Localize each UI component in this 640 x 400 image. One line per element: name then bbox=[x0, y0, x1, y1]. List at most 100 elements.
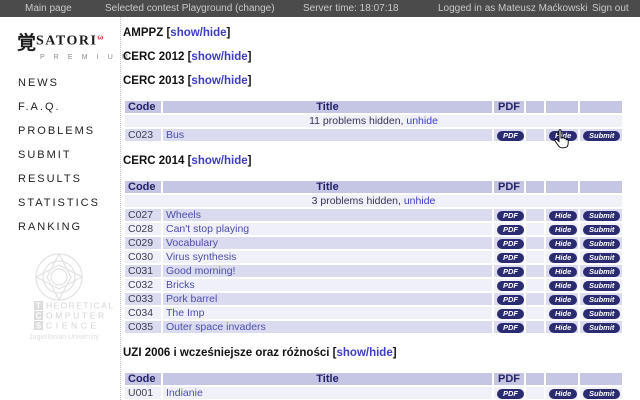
problem-code: C031 bbox=[125, 265, 161, 277]
unhide-link[interactable]: unhide bbox=[404, 195, 436, 207]
pdf-button[interactable]: PDF bbox=[497, 211, 524, 221]
hide-button[interactable]: Hide bbox=[549, 253, 577, 263]
sidebar-item-faq[interactable]: F.A.Q. bbox=[18, 101, 100, 125]
problem-code: C032 bbox=[125, 279, 161, 291]
hide-button[interactable]: Hide bbox=[549, 211, 577, 221]
problem-code: C029 bbox=[125, 237, 161, 249]
pdf-button[interactable]: PDF bbox=[497, 267, 524, 277]
hide-button[interactable]: Hide bbox=[549, 389, 577, 399]
submit-button[interactable]: Submit bbox=[583, 253, 620, 263]
svg-text:T: T bbox=[36, 302, 41, 311]
satori-logo[interactable]: 覚SATORIω P R E M I U M bbox=[17, 28, 131, 61]
pdf-button[interactable]: PDF bbox=[497, 131, 524, 141]
hide-button[interactable]: Hide bbox=[549, 281, 577, 291]
sidebar: 覚SATORIω P R E M I U M NEWS F.A.Q. PROBL… bbox=[0, 17, 121, 400]
problem-title-link[interactable]: Good morning! bbox=[166, 265, 235, 277]
selected-contest-link[interactable]: Selected contest Playground (change) bbox=[105, 0, 275, 17]
code-header: Code bbox=[125, 101, 161, 113]
table-row: C028 Can't stop playing PDF Hide Submit bbox=[125, 223, 622, 235]
code-header: Code bbox=[125, 373, 161, 385]
empty-header bbox=[546, 101, 578, 113]
problem-code: C028 bbox=[125, 223, 161, 235]
show-hide-link[interactable]: show/hide bbox=[191, 155, 247, 167]
main-page-link[interactable]: Main page bbox=[25, 0, 72, 17]
unhide-link[interactable]: unhide bbox=[406, 115, 438, 127]
server-time: Server time: 18:07:18 bbox=[303, 0, 399, 17]
contest-title: UZI 2006 i wcześniejsze oraz różności bbox=[123, 347, 329, 359]
submit-button[interactable]: Submit bbox=[583, 389, 620, 399]
problem-title-link[interactable]: Indianie bbox=[166, 387, 203, 399]
svg-text:Jagiellonian University: Jagiellonian University bbox=[29, 334, 99, 341]
table-row: C030 Virus synthesis PDF Hide Submit bbox=[125, 251, 622, 263]
submit-button[interactable]: Submit bbox=[583, 323, 620, 333]
spacer-cell bbox=[526, 307, 544, 319]
sign-out-link[interactable]: Sign out bbox=[592, 0, 629, 17]
show-hide-link[interactable]: show/hide bbox=[191, 75, 247, 87]
submit-button[interactable]: Submit bbox=[583, 131, 620, 141]
hide-button[interactable]: Hide bbox=[549, 131, 577, 141]
submit-button[interactable]: Submit bbox=[583, 281, 620, 291]
show-hide-link[interactable]: show/hide bbox=[191, 51, 247, 63]
problem-title-link[interactable]: Bricks bbox=[166, 279, 195, 291]
table-row: C027 Wheels PDF Hide Submit bbox=[125, 209, 622, 221]
spacer-cell bbox=[526, 223, 544, 235]
sidebar-item-news[interactable]: NEWS bbox=[18, 77, 100, 101]
hide-button[interactable]: Hide bbox=[549, 267, 577, 277]
hide-button[interactable]: Hide bbox=[549, 295, 577, 305]
pdf-button[interactable]: PDF bbox=[497, 309, 524, 319]
empty-header bbox=[526, 101, 544, 113]
problem-title-link[interactable]: Pork barrel bbox=[166, 293, 217, 305]
spacer-cell bbox=[526, 279, 544, 291]
table-header-row: Code Title PDF bbox=[125, 101, 622, 113]
pdf-button[interactable]: PDF bbox=[497, 225, 524, 235]
problem-title-link[interactable]: Can't stop playing bbox=[166, 223, 249, 235]
sidebar-item-problems[interactable]: PROBLEMS bbox=[18, 125, 100, 149]
sidebar-item-results[interactable]: RESULTS bbox=[18, 173, 100, 197]
sidebar-item-submit[interactable]: SUBMIT bbox=[18, 149, 100, 173]
table-row: C031 Good morning! PDF Hide Submit bbox=[125, 265, 622, 277]
pdf-button[interactable]: PDF bbox=[497, 281, 524, 291]
empty-header bbox=[526, 373, 544, 385]
problem-title-link[interactable]: The Imp bbox=[166, 307, 205, 319]
pdf-button[interactable]: PDF bbox=[497, 295, 524, 305]
hide-button[interactable]: Hide bbox=[549, 309, 577, 319]
problem-title-link[interactable]: Bus bbox=[166, 129, 184, 141]
problem-code: C023 bbox=[125, 129, 161, 141]
svg-text:C: C bbox=[36, 312, 42, 321]
problem-title-link[interactable]: Wheels bbox=[166, 209, 201, 221]
sidebar-item-ranking[interactable]: RANKING bbox=[18, 221, 100, 245]
problem-title-link[interactable]: Outer space invaders bbox=[166, 321, 266, 333]
submit-button[interactable]: Submit bbox=[583, 267, 620, 277]
title-header: Title bbox=[163, 373, 492, 385]
submit-button[interactable]: Submit bbox=[583, 239, 620, 249]
submit-button[interactable]: Submit bbox=[583, 211, 620, 221]
problem-code: C030 bbox=[125, 251, 161, 263]
contest-heading-cerc2012: CERC 2012 [show/hide] bbox=[123, 52, 640, 63]
show-hide-link[interactable]: show/hide bbox=[337, 347, 393, 359]
logged-in-user: Logged in as Mateusz Maćkowski bbox=[438, 0, 588, 17]
pdf-button[interactable]: PDF bbox=[497, 389, 524, 399]
svg-text:S: S bbox=[36, 322, 42, 331]
pdf-header: PDF bbox=[494, 101, 524, 113]
logo-red-mark-icon: ω bbox=[97, 34, 103, 41]
submit-button[interactable]: Submit bbox=[583, 225, 620, 235]
contest-heading-amppz: AMPPZ [show/hide] bbox=[123, 28, 640, 39]
hide-button[interactable]: Hide bbox=[549, 239, 577, 249]
problem-title-link[interactable]: Vocabulary bbox=[166, 237, 218, 249]
table-header-row: Code Title PDF bbox=[125, 181, 622, 193]
sidebar-item-statistics[interactable]: STATISTICS bbox=[18, 197, 100, 221]
hide-button[interactable]: Hide bbox=[549, 323, 577, 333]
table-row: C032 Bricks PDF Hide Submit bbox=[125, 279, 622, 291]
pdf-header: PDF bbox=[494, 181, 524, 193]
empty-header bbox=[546, 373, 578, 385]
pdf-button[interactable]: PDF bbox=[497, 253, 524, 263]
submit-button[interactable]: Submit bbox=[583, 295, 620, 305]
submit-button[interactable]: Submit bbox=[583, 309, 620, 319]
problem-code: C035 bbox=[125, 321, 161, 333]
show-hide-link[interactable]: show/hide bbox=[170, 27, 226, 39]
pdf-button[interactable]: PDF bbox=[497, 239, 524, 249]
problem-title-link[interactable]: Virus synthesis bbox=[166, 251, 236, 263]
pdf-button[interactable]: PDF bbox=[497, 323, 524, 333]
hide-button[interactable]: Hide bbox=[549, 225, 577, 235]
main-content: AMPPZ [show/hide] CERC 2012 [show/hide] … bbox=[122, 17, 640, 400]
